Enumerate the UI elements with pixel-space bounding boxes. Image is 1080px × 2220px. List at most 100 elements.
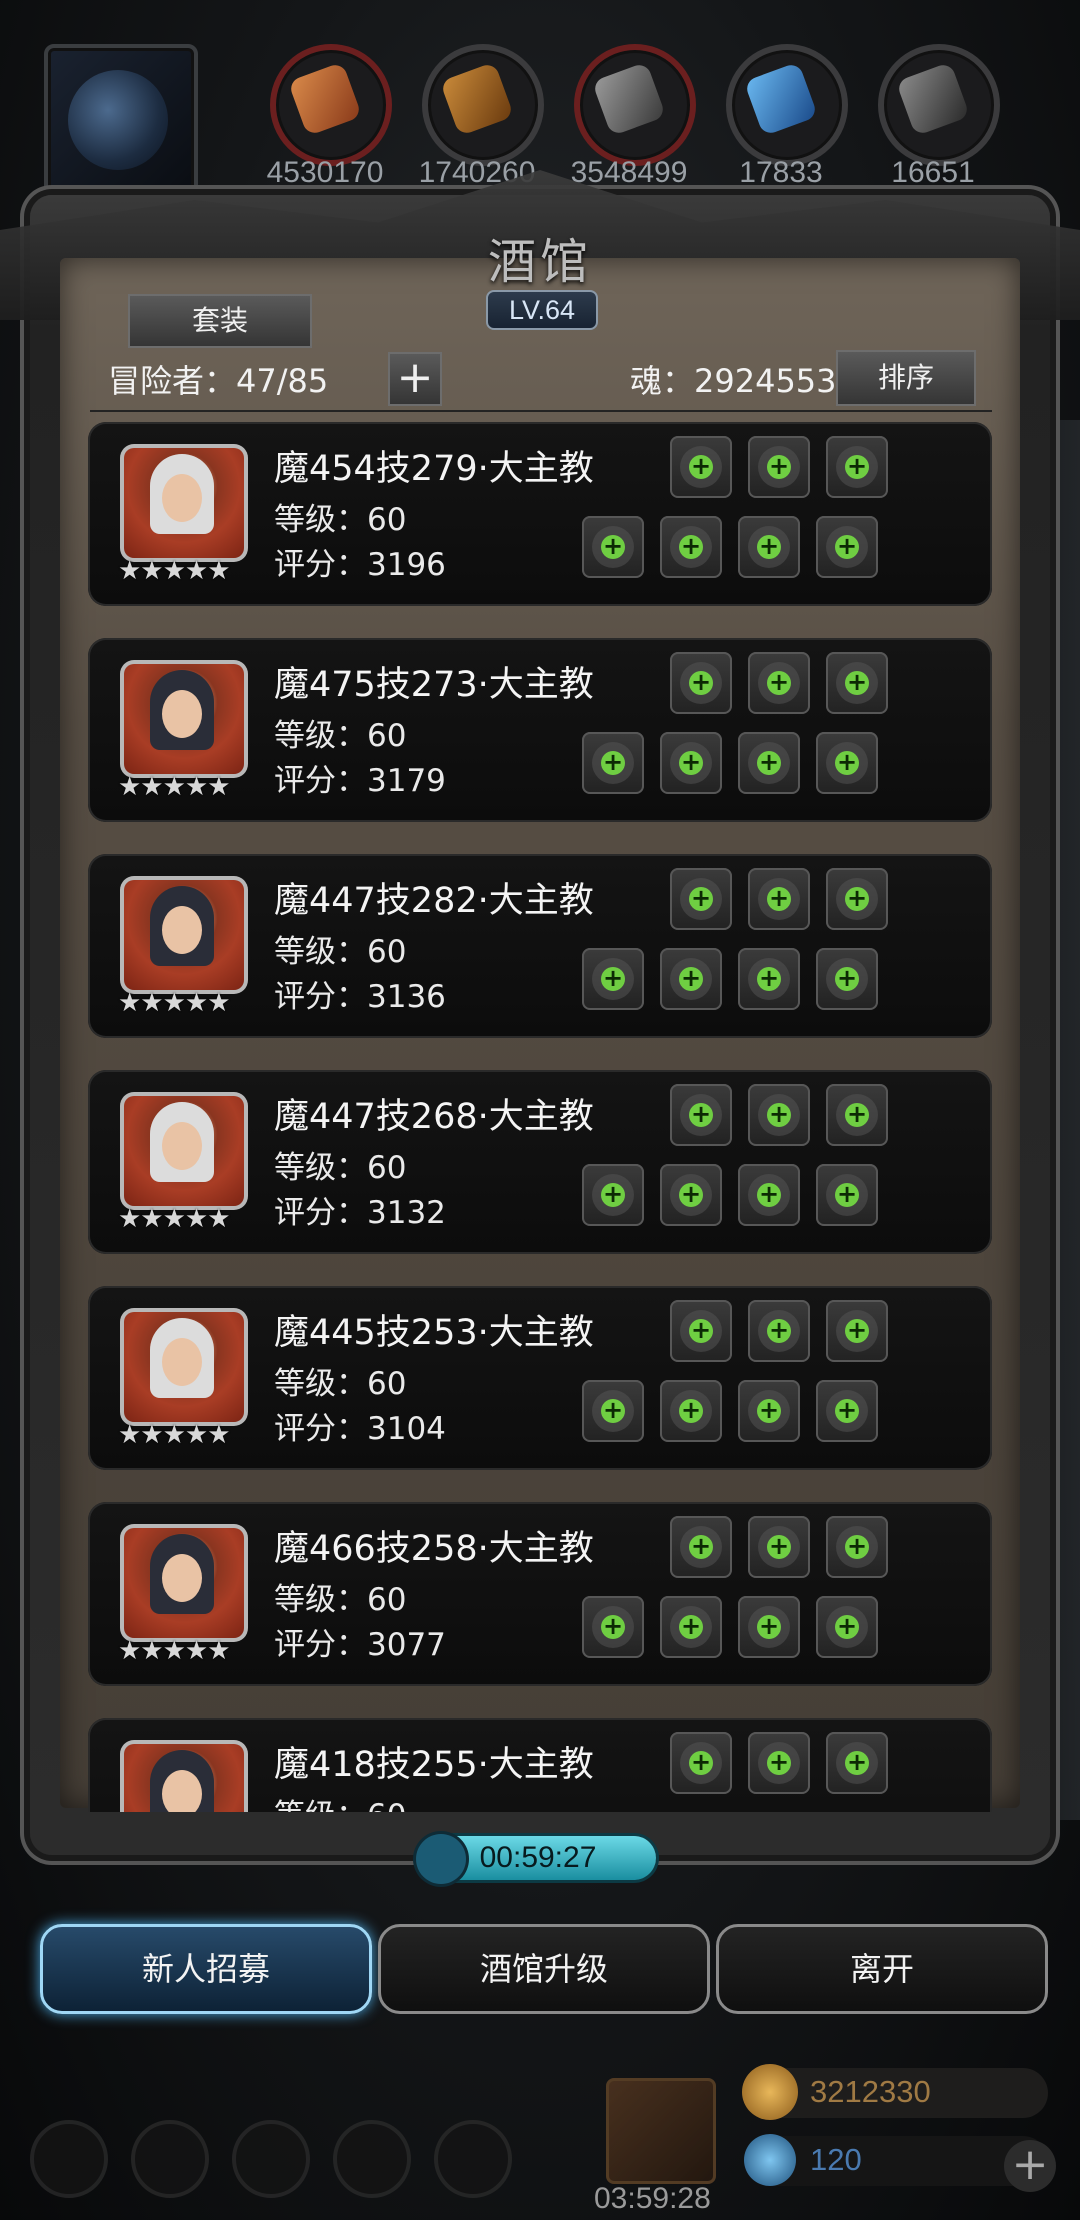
- skill-slot-1-icon[interactable]: +: [670, 868, 732, 930]
- adventurers-count: 冒险者：47/85: [108, 362, 329, 400]
- equip-slot-4-icon[interactable]: +: [816, 1164, 878, 1226]
- crystal-resource-icon[interactable]: [726, 44, 848, 166]
- equip-slot-2-icon[interactable]: +: [660, 1164, 722, 1226]
- equip-slot-3-icon[interactable]: +: [738, 1164, 800, 1226]
- equip-slot-2-icon[interactable]: +: [660, 516, 722, 578]
- equip-slot-2-icon[interactable]: +: [660, 1596, 722, 1658]
- clock-icon: [416, 1834, 466, 1884]
- hero-portrait[interactable]: [120, 1740, 248, 1812]
- skill-slot-2-icon[interactable]: +: [748, 1084, 810, 1146]
- gold-coin-icon: [742, 2064, 798, 2120]
- equip-slot-2-icon[interactable]: +: [660, 732, 722, 794]
- skill-slot-1-icon[interactable]: +: [670, 1300, 732, 1362]
- skill-slot-3-icon[interactable]: +: [826, 1084, 888, 1146]
- equip-slot-3-icon[interactable]: +: [738, 732, 800, 794]
- equip-slot-2-icon[interactable]: +: [660, 1380, 722, 1442]
- hero-card[interactable]: ★★★★★ 魔445技253·大主教 等级：60 评分：3104 + + + + + + +: [88, 1286, 992, 1470]
- add-capacity-button[interactable]: +: [388, 352, 442, 406]
- ore-resource-icon[interactable]: [878, 44, 1000, 166]
- skill-slot-2-icon[interactable]: +: [748, 868, 810, 930]
- skill-slot-2-icon[interactable]: +: [748, 1300, 810, 1362]
- equip-slot-1-icon[interactable]: +: [582, 516, 644, 578]
- leave-button[interactable]: 离开: [716, 1924, 1048, 2014]
- equip-slot-4-icon[interactable]: +: [816, 948, 878, 1010]
- skill-slot-3-icon[interactable]: +: [826, 1516, 888, 1578]
- gold-display: 3212330: [742, 2064, 1048, 2120]
- hero-card[interactable]: ★★★★★ 魔447技268·大主教 等级：60 评分：3132 + + + + + + +: [88, 1070, 992, 1254]
- recruit-button[interactable]: 新人招募: [40, 1924, 372, 2014]
- hero-portrait[interactable]: [120, 1524, 248, 1642]
- hero-card[interactable]: ★★★★★ 魔466技258·大主教 等级：60 评分：3077 + + + + + + +: [88, 1502, 992, 1686]
- gem-icon: [744, 2134, 796, 2186]
- wood-resource-icon[interactable]: [422, 44, 544, 166]
- equip-slot-3-icon[interactable]: +: [738, 1380, 800, 1442]
- skill-slot-3-icon[interactable]: +: [826, 1732, 888, 1794]
- mail-icon[interactable]: [333, 2120, 411, 2198]
- equip-slot-2-icon[interactable]: +: [660, 948, 722, 1010]
- star-rating: ★★★★★: [118, 1636, 231, 1666]
- gift-icon[interactable]: [606, 2078, 716, 2184]
- hero-name: 魔454技279·大主教: [274, 449, 594, 489]
- hero-portrait[interactable]: [120, 1092, 248, 1210]
- castle-icon[interactable]: [232, 2120, 310, 2198]
- box-icon[interactable]: [434, 2120, 512, 2198]
- upgrade-tavern-button[interactable]: 酒馆升级: [378, 1924, 710, 2014]
- equip-slot-4-icon[interactable]: +: [816, 516, 878, 578]
- hero-level: 等级：60: [274, 1366, 407, 1402]
- gem-value: 120: [810, 2142, 862, 2177]
- dragon-crest-icon: [68, 70, 168, 170]
- suit-button[interactable]: 套装: [128, 294, 312, 348]
- hero-name: 魔418技255·大主教: [274, 1745, 594, 1785]
- equip-slot-1-icon[interactable]: +: [582, 732, 644, 794]
- skill-slot-1-icon[interactable]: +: [670, 1084, 732, 1146]
- skill-slot-2-icon[interactable]: +: [748, 1732, 810, 1794]
- star-rating: ★★★★★: [118, 556, 231, 586]
- equip-slot-1-icon[interactable]: +: [582, 948, 644, 1010]
- equip-slot-1-icon[interactable]: +: [582, 1164, 644, 1226]
- skill-slot-1-icon[interactable]: +: [670, 652, 732, 714]
- hero-card[interactable]: ★★★★★魔418技255·大主教等级：60+++++++: [88, 1718, 992, 1812]
- hero-portrait[interactable]: [120, 660, 248, 778]
- add-gems-button[interactable]: +: [1004, 2140, 1056, 2192]
- settings-icon[interactable]: [30, 2120, 108, 2198]
- equip-slot-1-icon[interactable]: +: [582, 1596, 644, 1658]
- skill-slot-1-icon[interactable]: +: [670, 436, 732, 498]
- achievement-icon[interactable]: [131, 2120, 209, 2198]
- meat-resource-icon[interactable]: [270, 44, 392, 166]
- hero-score: 评分：3179: [274, 763, 446, 799]
- hero-card[interactable]: ★★★★★ 魔475技273·大主教 等级：60 评分：3179 + + + + + + +: [88, 638, 992, 822]
- gem-display: 120: [744, 2134, 1048, 2186]
- hero-name: 魔475技273·大主教: [274, 665, 594, 705]
- hero-card[interactable]: ★★★★★ 魔454技279·大主教 等级：60 评分：3196 + + + + + + +: [88, 422, 992, 606]
- equip-slot-4-icon[interactable]: +: [816, 732, 878, 794]
- skill-slot-3-icon[interactable]: +: [826, 652, 888, 714]
- skill-slot-2-icon[interactable]: +: [748, 1516, 810, 1578]
- meat-value: 4530170: [266, 156, 384, 189]
- skill-slot-3-icon[interactable]: +: [826, 868, 888, 930]
- equip-slot-3-icon[interactable]: +: [738, 948, 800, 1010]
- hero-score: 评分：3196: [274, 547, 446, 583]
- equip-slot-4-icon[interactable]: +: [816, 1380, 878, 1442]
- hero-card[interactable]: ★★★★★ 魔447技282·大主教 等级：60 评分：3136 + + + + + + +: [88, 854, 992, 1038]
- skill-slot-1-icon[interactable]: +: [670, 1732, 732, 1794]
- skill-slot-2-icon[interactable]: +: [748, 652, 810, 714]
- iron-resource-icon[interactable]: [574, 44, 696, 166]
- equip-slot-3-icon[interactable]: +: [738, 1596, 800, 1658]
- hero-portrait[interactable]: [120, 876, 248, 994]
- skill-slot-1-icon[interactable]: +: [670, 1516, 732, 1578]
- hero-portrait[interactable]: [120, 1308, 248, 1426]
- skill-slot-2-icon[interactable]: +: [748, 436, 810, 498]
- equip-slot-3-icon[interactable]: +: [738, 516, 800, 578]
- skill-slot-3-icon[interactable]: +: [826, 436, 888, 498]
- hero-list[interactable]: ★★★★★ 魔454技279·大主教 等级：60 评分：3196 + + + + + + + ★★★★…: [88, 422, 998, 1812]
- sort-button[interactable]: 排序: [836, 350, 976, 406]
- hero-portrait[interactable]: [120, 444, 248, 562]
- skill-slot-3-icon[interactable]: +: [826, 1300, 888, 1362]
- divider: [90, 410, 992, 412]
- equip-slot-1-icon[interactable]: +: [582, 1380, 644, 1442]
- star-rating: ★★★★★: [118, 1420, 231, 1450]
- player-avatar[interactable]: [44, 44, 198, 198]
- hero-name: 魔466技258·大主教: [274, 1529, 594, 1569]
- star-rating: ★★★★★: [118, 988, 231, 1018]
- equip-slot-4-icon[interactable]: +: [816, 1596, 878, 1658]
